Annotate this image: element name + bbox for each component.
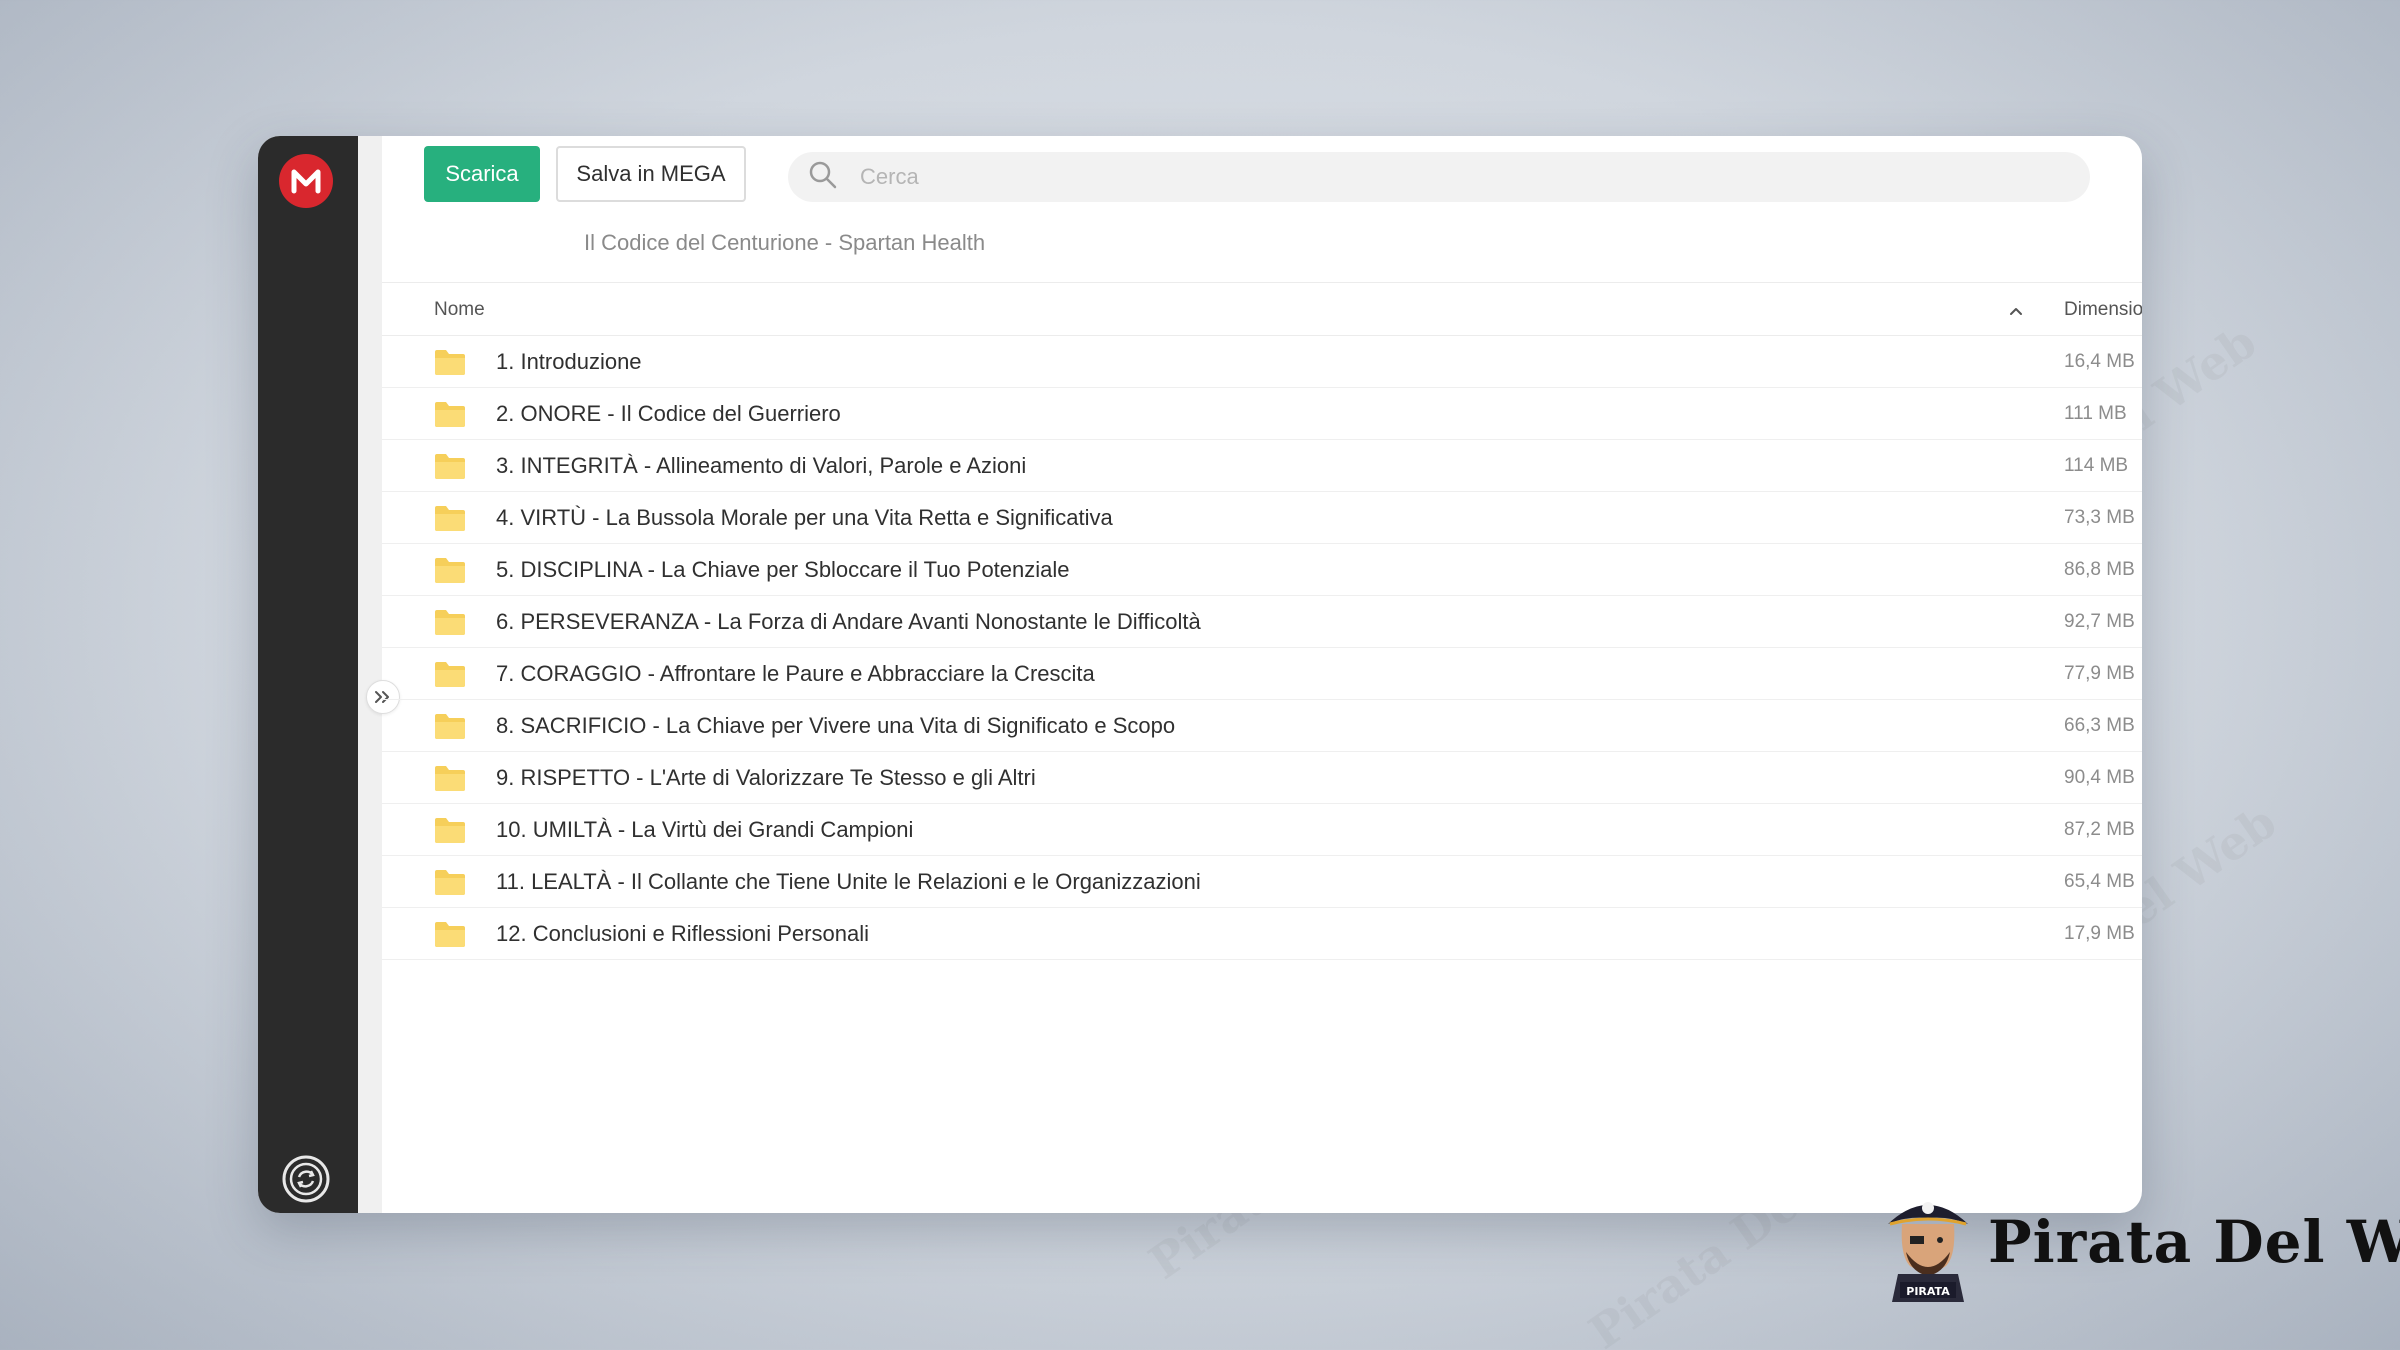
table-row[interactable]: 7. CORAGGIO - Affrontare le Paure e Abbr…	[382, 648, 2142, 700]
table-row[interactable]: 5. DISCIPLINA - La Chiave per Sbloccare …	[382, 544, 2142, 596]
column-header-size[interactable]: Dimensione	[2064, 299, 2142, 321]
search-bar[interactable]	[788, 152, 2090, 202]
file-size: 111 MB	[2064, 403, 2127, 424]
file-name: 8. SACRIFICIO - La Chiave per Vivere una…	[496, 713, 1176, 738]
file-name: 12. Conclusioni e Riflessioni Personali	[496, 921, 869, 946]
folder-icon	[434, 764, 466, 792]
file-size: 114 MB	[2064, 455, 2129, 476]
search-input[interactable]	[860, 164, 1960, 190]
table-row[interactable]: 1. Introduzione16,4 MBCartella	[382, 336, 2142, 388]
file-size: 16,4 MB	[2064, 351, 2135, 372]
file-name: 3. INTEGRITÀ - Allineamento di Valori, P…	[496, 453, 1027, 478]
table-row[interactable]: 10. UMILTÀ - La Virtù dei Grandi Campion…	[382, 804, 2142, 856]
folder-icon	[434, 452, 466, 480]
sidebar	[258, 136, 358, 1213]
file-list: Nome Dimensione Tipo 1. Introduzione 16,4…	[382, 282, 2142, 960]
file-size: 87,2 MB	[2064, 819, 2135, 840]
table-row[interactable]: 4. VIRTÙ - La Bussola Morale per una Vit…	[382, 492, 2142, 544]
folder-icon	[434, 712, 466, 740]
folder-icon	[434, 868, 466, 896]
file-size: 90,4 MB	[2064, 767, 2135, 788]
file-name: 9. RISPETTO - L'Arte di Valorizzare Te S…	[496, 765, 1036, 790]
file-rows: 1. Introduzione16,4 MBCartella2. ONORE -…	[382, 336, 2142, 960]
folder-icon	[434, 400, 466, 428]
download-button[interactable]: Scarica	[424, 146, 540, 202]
file-name: 1. Introduzione	[496, 349, 642, 374]
pirate-mascot-icon: PIRATA	[1880, 1186, 1976, 1304]
file-size: 65,4 MB	[2064, 871, 2135, 892]
file-size: 86,8 MB	[2064, 559, 2135, 580]
table-row[interactable]: 6. PERSEVERANZA - La Forza di Andare Ava…	[382, 596, 2142, 648]
table-row[interactable]: 2. ONORE - Il Codice del Guerriero 111 MB…	[382, 388, 2142, 440]
folder-icon	[434, 660, 466, 688]
file-size: 77,9 MB	[2064, 663, 2135, 684]
file-size: 73,3 MB	[2064, 507, 2135, 528]
file-size: 66,3 MB	[2064, 715, 2135, 736]
svg-text:PIRATA: PIRATA	[1906, 1285, 1950, 1298]
file-name: 2. ONORE - Il Codice del Guerriero	[496, 401, 841, 426]
file-name: 11. LEALTÀ - Il Collante che Tiene Unite…	[496, 869, 1201, 894]
folder-icon	[434, 504, 466, 532]
brand-watermark: PIRATA Pirata Del Web	[1880, 1186, 2400, 1306]
folder-icon	[434, 920, 466, 948]
list-header: Nome Dimensione Tipo	[382, 282, 2142, 336]
sync-icon[interactable]	[280, 1153, 332, 1205]
table-row[interactable]: 9. RISPETTO - L'Arte di Valorizzare Te S…	[382, 752, 2142, 804]
column-header-name[interactable]: Nome	[434, 299, 485, 321]
folder-icon	[434, 556, 466, 584]
mega-logo-icon[interactable]	[279, 154, 333, 208]
folder-icon	[434, 816, 466, 844]
file-name: 5. DISCIPLINA - La Chiave per Sbloccare …	[496, 557, 1070, 582]
search-icon	[808, 160, 838, 195]
file-size: 92,7 MB	[2064, 611, 2135, 632]
file-size: 17,9 MB	[2064, 923, 2135, 944]
mega-folder-window: Scarica Salva in MEGA Il Codice del Cent…	[258, 136, 2142, 1213]
save-to-mega-button[interactable]: Salva in MEGA	[556, 146, 746, 202]
file-name: 4. VIRTÙ - La Bussola Morale per una Vit…	[496, 505, 1113, 530]
folder-icon	[434, 608, 466, 636]
breadcrumb[interactable]: Il Codice del Centurione - Spartan Healt…	[584, 230, 985, 256]
sidebar-gutter	[358, 136, 382, 1213]
file-name: 7. CORAGGIO - Affrontare le Paure e Abbr…	[496, 661, 1095, 686]
table-row[interactable]: 11. LEALTÀ - Il Collante che Tiene Unite…	[382, 856, 2142, 908]
file-name: 10. UMILTÀ - La Virtù dei Grandi Campion…	[496, 817, 914, 842]
folder-icon	[434, 348, 466, 376]
table-row[interactable]: 3. INTEGRITÀ - Allineamento di Valori, P…	[382, 440, 2142, 492]
file-name: 6. PERSEVERANZA - La Forza di Andare Ava…	[496, 609, 1201, 634]
table-row[interactable]: 8. SACRIFICIO - La Chiave per Vivere una…	[382, 700, 2142, 752]
chevron-up-icon[interactable]	[2008, 301, 2024, 323]
brand-text: Pirata Del Web	[1988, 1208, 2400, 1276]
table-row[interactable]: 12. Conclusioni e Riflessioni Personali 1…	[382, 908, 2142, 960]
